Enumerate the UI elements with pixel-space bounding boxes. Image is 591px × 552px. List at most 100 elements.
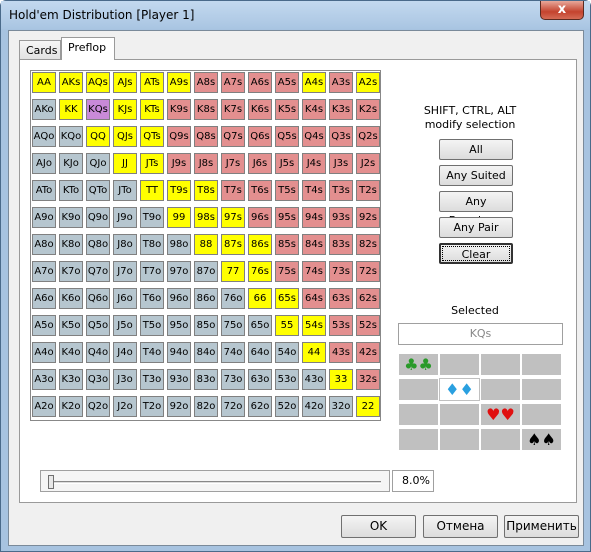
tab-preflop[interactable]: Preflop	[61, 37, 115, 60]
hand-cell-QQ[interactable]: QQ	[86, 126, 110, 147]
hand-cell-A5o[interactable]: A5o	[32, 315, 56, 336]
hand-cell-86o[interactable]: 86o	[194, 288, 218, 309]
suit-cell[interactable]	[521, 353, 562, 376]
hand-cell-AJs[interactable]: AJs	[113, 72, 137, 93]
hand-cell-A3s[interactable]: A3s	[329, 72, 353, 93]
hand-cell-85s[interactable]: 85s	[275, 234, 299, 255]
hand-cell-AQo[interactable]: AQo	[32, 126, 56, 147]
suit-cell-hearts[interactable]: ♥♥	[480, 403, 521, 426]
hand-cell-AJo[interactable]: AJo	[32, 153, 56, 174]
all-button[interactable]: All	[439, 139, 513, 160]
hand-cell-QTs[interactable]: QTs	[140, 126, 164, 147]
suit-cell[interactable]	[398, 428, 439, 451]
hand-cell-93o[interactable]: 93o	[167, 369, 191, 390]
hand-cell-Q4s[interactable]: Q4s	[302, 126, 326, 147]
hand-cell-AKs[interactable]: AKs	[59, 72, 83, 93]
hand-cell-Q2o[interactable]: Q2o	[86, 396, 110, 417]
hand-cell-A2s[interactable]: A2s	[356, 72, 380, 93]
hand-cell-93s[interactable]: 93s	[329, 207, 353, 228]
hand-cell-76o[interactable]: 76o	[221, 288, 245, 309]
hand-cell-98s[interactable]: 98s	[194, 207, 218, 228]
hand-cell-72s[interactable]: 72s	[356, 261, 380, 282]
title-bar[interactable]: Hold'em Distribution [Player 1]	[1, 1, 590, 29]
hand-cell-KQo[interactable]: KQo	[59, 126, 83, 147]
hand-cell-K6o[interactable]: K6o	[59, 288, 83, 309]
hand-cell-T3s[interactable]: T3s	[329, 180, 353, 201]
hand-cell-22[interactable]: 22	[356, 396, 380, 417]
hand-cell-K7o[interactable]: K7o	[59, 261, 83, 282]
hand-cell-T7o[interactable]: T7o	[140, 261, 164, 282]
close-button[interactable]: x	[540, 1, 584, 20]
hand-cell-K6s[interactable]: K6s	[248, 99, 272, 120]
suit-cell[interactable]	[439, 403, 480, 426]
hand-cell-65o[interactable]: 65o	[248, 315, 272, 336]
hand-cell-TT[interactable]: TT	[140, 180, 164, 201]
any-broadway-button[interactable]: Any Broadway	[439, 191, 513, 227]
tab-cards[interactable]: Cards	[19, 40, 61, 59]
suit-cell[interactable]	[521, 378, 562, 401]
hand-cell-K8o[interactable]: K8o	[59, 234, 83, 255]
hand-cell-J6s[interactable]: J6s	[248, 153, 272, 174]
hand-cell-T2o[interactable]: T2o	[140, 396, 164, 417]
hand-cell-Q3o[interactable]: Q3o	[86, 369, 110, 390]
hand-cell-Q5s[interactable]: Q5s	[275, 126, 299, 147]
clear-button[interactable]: Clear	[439, 243, 513, 264]
hand-cell-J8o[interactable]: J8o	[113, 234, 137, 255]
hand-cell-A4s[interactable]: A4s	[302, 72, 326, 93]
hand-cell-K8s[interactable]: K8s	[194, 99, 218, 120]
hand-cell-A5s[interactable]: A5s	[275, 72, 299, 93]
hand-cell-QTo[interactable]: QTo	[86, 180, 110, 201]
hand-cell-97s[interactable]: 97s	[221, 207, 245, 228]
hand-cell-K4o[interactable]: K4o	[59, 342, 83, 363]
hand-cell-A4o[interactable]: A4o	[32, 342, 56, 363]
hand-cell-AA[interactable]: AA	[32, 72, 56, 93]
hand-cell-82o[interactable]: 82o	[194, 396, 218, 417]
hand-cell-T6o[interactable]: T6o	[140, 288, 164, 309]
hand-cell-96s[interactable]: 96s	[248, 207, 272, 228]
hand-cell-33[interactable]: 33	[329, 369, 353, 390]
hand-cell-K3o[interactable]: K3o	[59, 369, 83, 390]
hand-cell-A7o[interactable]: A7o	[32, 261, 56, 282]
hand-cell-74s[interactable]: 74s	[302, 261, 326, 282]
hand-cell-KTs[interactable]: KTs	[140, 99, 164, 120]
hand-cell-KTo[interactable]: KTo	[59, 180, 83, 201]
hand-cell-T6s[interactable]: T6s	[248, 180, 272, 201]
hand-cell-K2o[interactable]: K2o	[59, 396, 83, 417]
hand-cell-K5o[interactable]: K5o	[59, 315, 83, 336]
hand-cell-Q9o[interactable]: Q9o	[86, 207, 110, 228]
hand-cell-A9s[interactable]: A9s	[167, 72, 191, 93]
hand-cell-K2s[interactable]: K2s	[356, 99, 380, 120]
hand-cell-83o[interactable]: 83o	[194, 369, 218, 390]
hand-cell-K7s[interactable]: K7s	[221, 99, 245, 120]
hand-cell-QJo[interactable]: QJo	[86, 153, 110, 174]
hand-cell-Q5o[interactable]: Q5o	[86, 315, 110, 336]
hand-cell-KQs[interactable]: KQs	[86, 99, 110, 120]
suit-cell[interactable]	[439, 428, 480, 451]
hand-cell-52o[interactable]: 52o	[275, 396, 299, 417]
hand-cell-A8o[interactable]: A8o	[32, 234, 56, 255]
hand-cell-J9s[interactable]: J9s	[167, 153, 191, 174]
hand-cell-T4s[interactable]: T4s	[302, 180, 326, 201]
hand-cell-95o[interactable]: 95o	[167, 315, 191, 336]
suit-cell[interactable]	[480, 353, 521, 376]
hand-cell-96o[interactable]: 96o	[167, 288, 191, 309]
hand-cell-63s[interactable]: 63s	[329, 288, 353, 309]
hand-cell-K9o[interactable]: K9o	[59, 207, 83, 228]
suit-cell[interactable]	[398, 403, 439, 426]
hand-cell-K9s[interactable]: K9s	[167, 99, 191, 120]
hand-cell-AQs[interactable]: AQs	[86, 72, 110, 93]
hand-cell-K4s[interactable]: K4s	[302, 99, 326, 120]
hand-cell-J5s[interactable]: J5s	[275, 153, 299, 174]
hand-cell-KJo[interactable]: KJo	[59, 153, 83, 174]
suit-cell-clubs[interactable]: ♣♣	[398, 353, 439, 376]
hand-cell-94o[interactable]: 94o	[167, 342, 191, 363]
hand-cell-Q4o[interactable]: Q4o	[86, 342, 110, 363]
hand-cell-T3o[interactable]: T3o	[140, 369, 164, 390]
hand-cell-73o[interactable]: 73o	[221, 369, 245, 390]
hand-cell-J7s[interactable]: J7s	[221, 153, 245, 174]
hand-cell-99[interactable]: 99	[167, 207, 191, 228]
hand-cell-KJs[interactable]: KJs	[113, 99, 137, 120]
hand-cell-54s[interactable]: 54s	[302, 315, 326, 336]
range-slider[interactable]	[40, 470, 390, 492]
hand-cell-J6o[interactable]: J6o	[113, 288, 137, 309]
